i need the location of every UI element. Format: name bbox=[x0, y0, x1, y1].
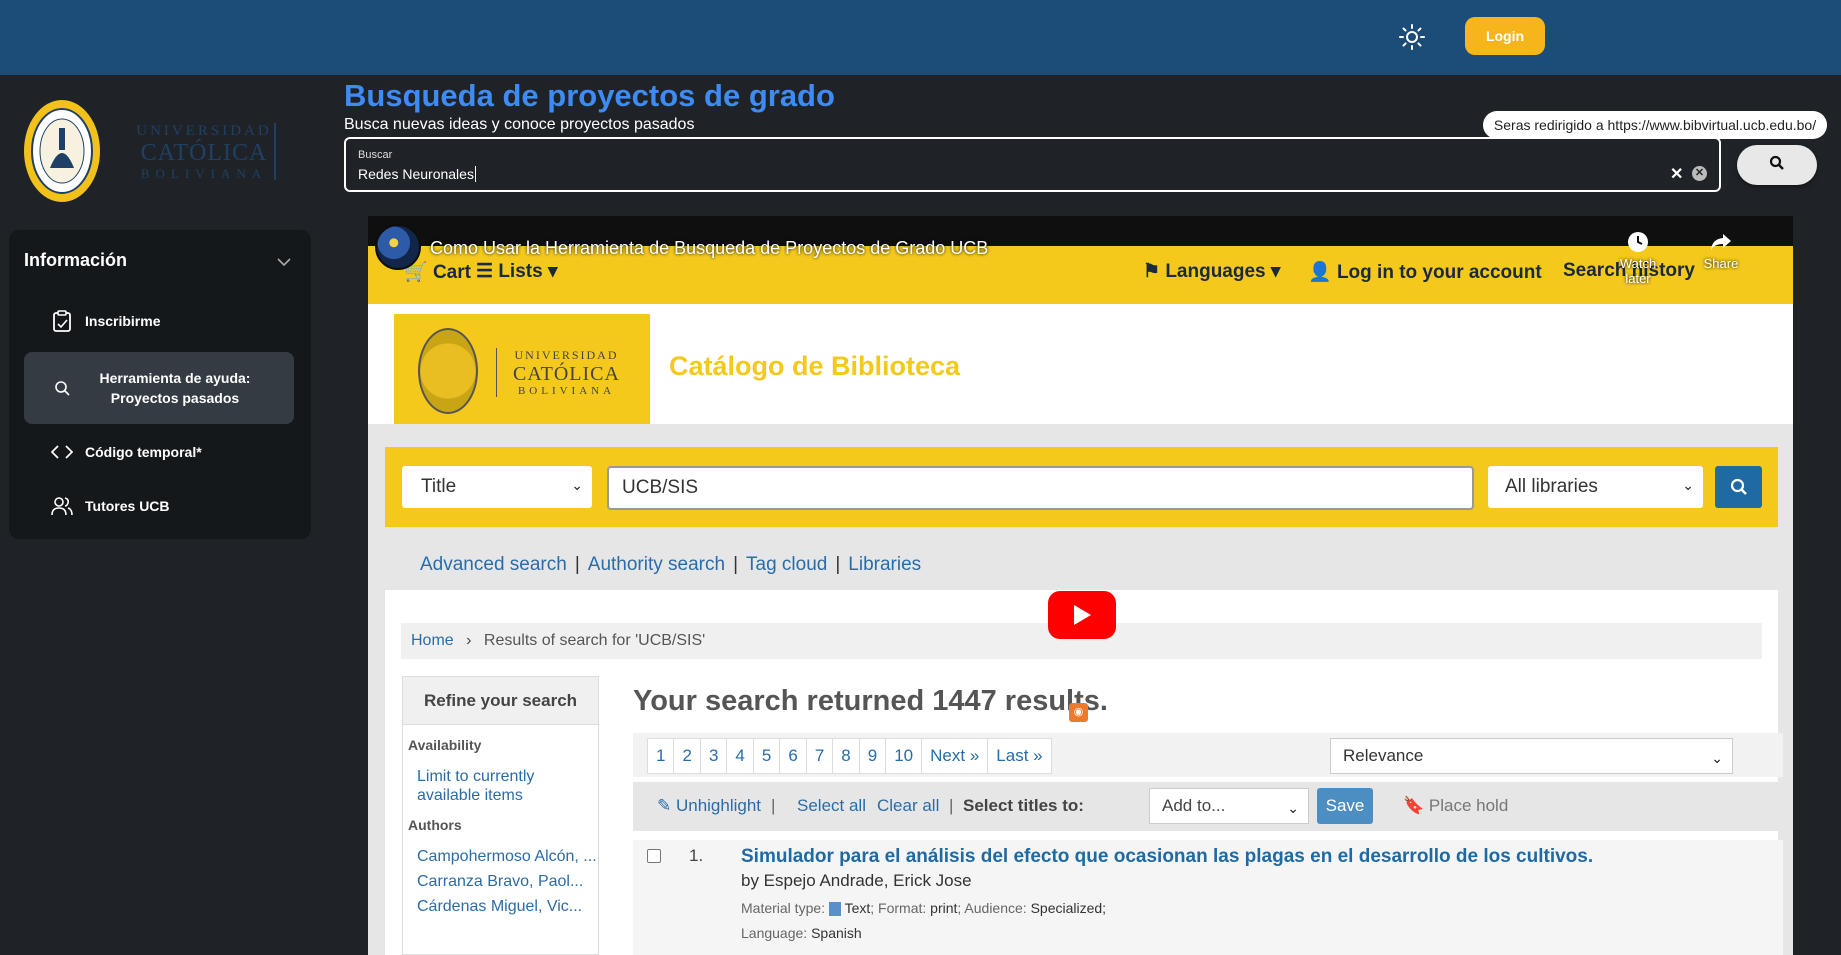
search-label: Buscar bbox=[358, 149, 393, 161]
result-checkbox bbox=[647, 849, 661, 863]
chevron-down-icon[interactable] bbox=[277, 254, 291, 272]
result-count: Your search returned 1447 results. bbox=[633, 685, 1108, 717]
result-material: Material type: Text; Format: print; Audi… bbox=[741, 900, 1107, 917]
catalog-query-input: UCB/SIS bbox=[607, 466, 1474, 510]
book-icon bbox=[828, 902, 841, 917]
add-to-select: Add to... ⌄ bbox=[1149, 788, 1309, 824]
catalog-search-button bbox=[1715, 466, 1762, 508]
sidebar-title: Información bbox=[24, 250, 128, 270]
watch-later-button[interactable]: Watch later bbox=[1608, 228, 1668, 286]
result-row: 1. Simulador para el análisis del efecto… bbox=[633, 840, 1783, 955]
result-language: Language: Spanish bbox=[741, 925, 862, 941]
catalog-body: Title ⌄ UCB/SIS All libraries ⌄ Advanced s… bbox=[368, 424, 1793, 955]
search-icon bbox=[1730, 478, 1747, 495]
rss-icon: ◉ bbox=[1069, 703, 1088, 722]
redirect-tooltip: Seras redirigido a https://www.bibvirtua… bbox=[1483, 111, 1827, 139]
search-icon bbox=[47, 380, 77, 396]
place-hold-link: 🔖 Place hold bbox=[1403, 796, 1509, 815]
results-panel: Home › Results of search for 'UCB/SIS' R… bbox=[385, 590, 1783, 955]
university-seal-logo bbox=[22, 98, 102, 205]
catalog-links: Advanced search | Authority search | Tag clo… bbox=[420, 554, 922, 575]
search-field[interactable]: Buscar Redes Neuronales ✕ ✕ bbox=[344, 137, 1721, 192]
sidebar-item-tutores[interactable]: Tutores UCB bbox=[24, 476, 294, 536]
search-input[interactable]: Redes Neuronales bbox=[358, 166, 476, 182]
account-login-link: 👤 Log in to your account bbox=[1308, 262, 1542, 283]
users-icon bbox=[47, 496, 77, 516]
play-icon bbox=[1074, 605, 1091, 625]
cart-link: 🛒 Cart bbox=[404, 262, 471, 283]
sidebar-card: Información Inscribirme Herramienta de a… bbox=[9, 230, 311, 539]
top-bar: Login bbox=[0, 0, 1841, 75]
page-title: Busqueda de proyectos de grado bbox=[344, 78, 835, 113]
results-toolbar: ✎ Unhighlight | Select all Clear all | S… bbox=[633, 782, 1783, 831]
page-links: 1 2 3 4 5 6 7 8 9 10 Next » Last » bbox=[647, 738, 1052, 774]
channel-avatar[interactable] bbox=[375, 224, 421, 270]
clear-circle-icon[interactable]: ✕ bbox=[1692, 166, 1707, 181]
catalog-header: UNIVERSIDAD CATÓLICA BOLIVIANA Catálogo … bbox=[368, 304, 1793, 430]
page-subtitle: Busca nuevas ideas y conoce proyectos pa… bbox=[344, 116, 695, 133]
save-button: Save bbox=[1317, 788, 1373, 824]
lists-link: ☰ Lists ▾ bbox=[476, 261, 558, 282]
search-type-select: Title ⌄ bbox=[402, 466, 592, 508]
pagination-bar: 1 2 3 4 5 6 7 8 9 10 Next » Last » Relevance ⌄ bbox=[633, 733, 1783, 777]
share-arrow-icon bbox=[1696, 228, 1746, 256]
result-author: by Espejo Andrade, Erick Jose bbox=[741, 871, 972, 890]
clock-icon bbox=[1608, 228, 1668, 256]
search-button[interactable] bbox=[1737, 145, 1817, 185]
theme-toggle-sun-icon[interactable] bbox=[1399, 24, 1425, 50]
catalog-title: Catálogo de Biblioteca bbox=[669, 351, 961, 381]
clear-x-icon[interactable]: ✕ bbox=[1670, 164, 1683, 184]
youtube-video-embed[interactable]: 🛒 Cart ☰ Lists ▾ ⚑ Languages ▾ 👤 Log in … bbox=[368, 216, 1793, 955]
languages-link: ⚑ Languages ▾ bbox=[1143, 261, 1281, 282]
sidebar-item-codigo[interactable]: Código temporal* bbox=[24, 422, 294, 482]
code-icon bbox=[47, 445, 77, 459]
video-title[interactable]: Como Usar la Herramienta de Busqueda de … bbox=[430, 238, 988, 259]
university-wordmark: UNIVERSIDAD CATÓLICA BOLIVIANA bbox=[134, 123, 276, 181]
sort-select: Relevance ⌄ bbox=[1330, 738, 1733, 774]
play-button[interactable] bbox=[1048, 591, 1116, 639]
clipboard-icon bbox=[47, 310, 77, 332]
sidebar-item-inscribirme[interactable]: Inscribirme bbox=[24, 291, 294, 351]
share-button[interactable]: Share bbox=[1696, 228, 1746, 271]
search-icon bbox=[1769, 155, 1785, 176]
catalog-seal-emblem bbox=[418, 328, 478, 414]
result-title: Simulador para el análisis del efecto qu… bbox=[741, 846, 1594, 867]
library-select: All libraries ⌄ bbox=[1488, 466, 1703, 508]
refine-panel: Refine your search Availability Limit to… bbox=[402, 676, 599, 955]
catalog-search-bar: Title ⌄ UCB/SIS All libraries ⌄ bbox=[385, 447, 1778, 527]
sidebar-item-herramienta[interactable]: Herramienta de ayuda: Proyectos pasados bbox=[24, 352, 294, 424]
login-button[interactable]: Login bbox=[1465, 17, 1545, 55]
catalog-logo: UNIVERSIDAD CATÓLICA BOLIVIANA bbox=[394, 314, 650, 430]
